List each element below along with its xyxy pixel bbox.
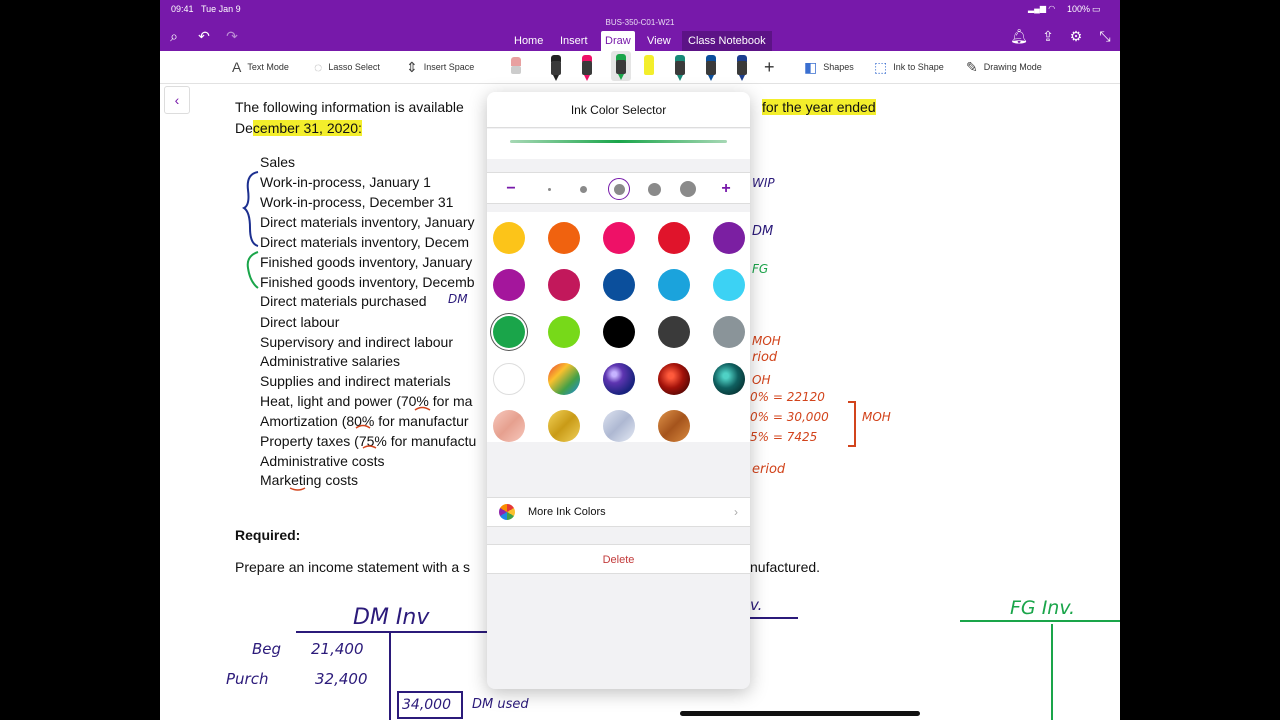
color-swatch[interactable] — [603, 410, 635, 442]
color-swatch[interactable] — [713, 269, 745, 301]
color-swatch[interactable] — [603, 363, 635, 395]
color-swatch[interactable] — [658, 269, 690, 301]
ink-dm: DM — [752, 224, 774, 239]
thickness-option-5[interactable] — [678, 173, 698, 205]
more-ink-colors-label: More Ink Colors — [528, 506, 606, 518]
color-swatch[interactable] — [493, 363, 525, 395]
ink-fg: FG — [752, 262, 769, 276]
color-swatch[interactable] — [603, 316, 635, 348]
color-swatch[interactable] — [713, 222, 745, 254]
color-swatch[interactable] — [493, 316, 525, 348]
ink-calc-3: 5% = 7425 — [750, 430, 818, 444]
color-swatch[interactable] — [548, 410, 580, 442]
ink-moh-1: MOH — [752, 334, 781, 348]
onenote-screen: 09:41 Tue Jan 9 ▂▄▆ ◠ 100% ▭ BUS-350-C01… — [160, 0, 1120, 720]
more-ink-colors-button[interactable]: More Ink Colors › — [487, 497, 750, 527]
ink-purch-value: 32,400 — [315, 670, 368, 688]
color-swatch[interactable] — [493, 269, 525, 301]
color-swatch[interactable] — [603, 269, 635, 301]
ink-beg-value: 21,400 — [311, 640, 364, 658]
color-swatch[interactable] — [548, 363, 580, 395]
ink-dm-inv: DM Inv — [353, 605, 430, 630]
thickness-selector: − + — [487, 172, 750, 204]
ink-dm-label: DM — [448, 292, 468, 306]
color-wheel-icon — [499, 504, 515, 520]
ink-moh-3: MOH — [862, 410, 891, 424]
chevron-right-icon: › — [734, 505, 738, 519]
ink-period-2: eriod — [752, 462, 786, 477]
color-swatch-grid — [487, 212, 750, 442]
ink-color-selector: Ink Color Selector − + More Ink Colors ›… — [487, 92, 750, 689]
ink-moh-2: OH — [752, 373, 771, 387]
color-swatch[interactable] — [493, 410, 525, 442]
ink-dm-used: DM used — [472, 697, 529, 712]
ink-inv-fragment: v. — [750, 596, 763, 614]
ink-boxed-value: 34,000 — [402, 697, 451, 713]
color-swatch[interactable] — [713, 363, 745, 395]
thickness-option-4[interactable] — [644, 173, 664, 205]
ink-calc-2: 0% = 30,000 — [750, 410, 829, 424]
thickness-option-2[interactable] — [573, 173, 593, 205]
ink-fg-inv: FG Inv. — [1010, 597, 1076, 619]
ink-wip: WIP — [752, 176, 775, 190]
color-swatch[interactable] — [548, 222, 580, 254]
thickness-decrease-button[interactable]: − — [501, 173, 521, 205]
ink-purch: Purch — [226, 670, 269, 688]
color-swatch[interactable] — [713, 316, 745, 348]
thickness-option-1[interactable] — [539, 173, 559, 205]
color-swatch[interactable] — [658, 222, 690, 254]
home-indicator — [680, 711, 920, 716]
color-swatch[interactable] — [603, 222, 635, 254]
color-swatch[interactable] — [493, 222, 525, 254]
stroke-preview-line — [510, 140, 727, 143]
ink-beg: Beg — [252, 640, 282, 658]
color-swatch[interactable] — [658, 410, 690, 442]
color-swatch[interactable] — [658, 316, 690, 348]
ink-period-1: riod — [752, 350, 778, 365]
stroke-preview — [487, 129, 750, 159]
color-swatch[interactable] — [548, 316, 580, 348]
popover-title: Ink Color Selector — [487, 92, 750, 128]
delete-button[interactable]: Delete — [487, 544, 750, 574]
color-swatch[interactable] — [548, 269, 580, 301]
ink-calc-1: 0% = 22120 — [750, 390, 825, 404]
thickness-option-3-selected[interactable] — [608, 173, 630, 205]
color-swatch[interactable] — [658, 363, 690, 395]
thickness-increase-button[interactable]: + — [716, 173, 736, 205]
